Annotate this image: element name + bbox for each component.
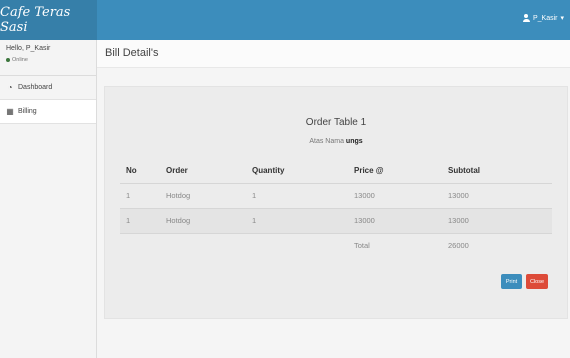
customer-line: Atas Nama ungs	[105, 138, 567, 145]
sidebar-item-billing[interactable]: ▦ Billing	[0, 100, 96, 124]
sidebar-item-label: Billing	[18, 108, 37, 115]
bill-card: Order Table 1 Atas Nama ungs No Order Qu…	[104, 86, 568, 319]
table-header-row: No Order Quantity Price @ Subtotal	[120, 158, 552, 184]
total-label: Total	[354, 241, 370, 251]
sidebar: Hello, P_Kasir Online ◔ Dashboard ▦ Bill…	[0, 40, 97, 358]
total-value: 26000	[448, 241, 469, 251]
cell-subtotal: 13000	[448, 208, 552, 234]
sidebar-item-label: Dashboard	[18, 84, 53, 91]
cell-order: Hotdog	[166, 183, 252, 209]
content-header: Bill Detail's	[97, 40, 570, 68]
cell-no: 1	[120, 208, 166, 234]
user-icon	[522, 14, 530, 22]
column-header: Quantity	[252, 158, 354, 184]
table-row: 1 Hotdog 1 13000 13000	[120, 183, 552, 209]
page-title: Bill Detail's	[105, 47, 159, 59]
column-header: Subtotal	[448, 158, 552, 184]
bill-table: No Order Quantity Price @ Subtotal 1 Hot…	[120, 158, 552, 258]
user-greeting: Hello, P_Kasir	[6, 45, 51, 52]
caret-down-icon: ▾	[560, 15, 564, 22]
column-header: Order	[166, 158, 252, 184]
online-dot-icon	[6, 58, 10, 62]
total-row: Total 26000	[120, 233, 552, 258]
user-menu[interactable]: P_Kasir ▾	[522, 14, 564, 22]
dashboard-icon: ◔	[7, 83, 13, 92]
cell-order: Hotdog	[166, 208, 252, 234]
order-title: Order Table 1	[305, 117, 367, 128]
status-indicator: Online	[6, 57, 90, 63]
cell-subtotal: 13000	[448, 183, 552, 209]
user-panel: Hello, P_Kasir Online	[0, 40, 96, 76]
cell-price: 13000	[354, 208, 448, 234]
app-logo[interactable]: Cafe Teras Sasi	[0, 0, 97, 40]
customer-label: Atas Nama	[309, 138, 344, 145]
print-button[interactable]: Print	[501, 274, 522, 289]
status-text: Online	[12, 57, 28, 63]
cell-quantity: 1	[252, 183, 354, 209]
column-header: Price @	[354, 158, 448, 184]
user-menu-name: P_Kasir	[532, 14, 558, 22]
column-header: No	[120, 158, 166, 184]
cell-no: 1	[120, 183, 166, 209]
table-row: 1 Hotdog 1 13000 13000	[120, 208, 552, 234]
top-navbar: P_Kasir ▾	[97, 0, 570, 40]
sidebar-item-dashboard[interactable]: ◔ Dashboard	[0, 76, 96, 100]
customer-name: ungs	[345, 138, 363, 145]
cell-price: 13000	[354, 183, 448, 209]
close-button[interactable]: Close	[526, 274, 548, 289]
grid-icon: ▦	[6, 107, 14, 116]
cell-quantity: 1	[252, 208, 354, 234]
